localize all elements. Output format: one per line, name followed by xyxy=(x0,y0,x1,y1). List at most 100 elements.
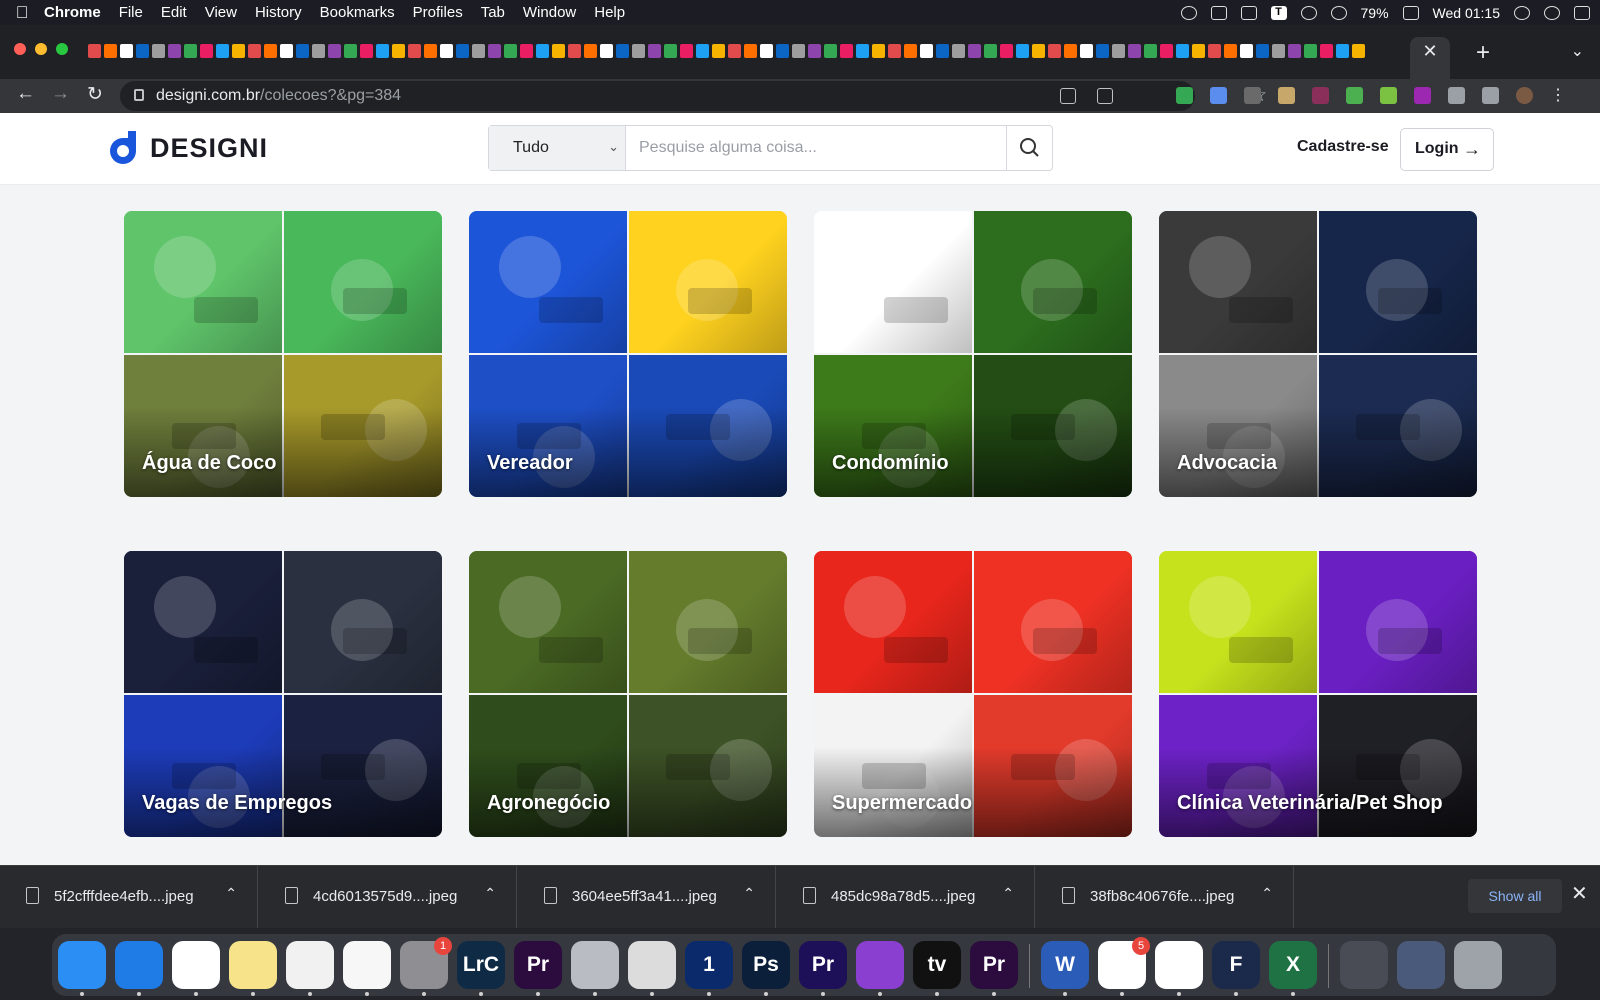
tab-favicon-icon[interactable] xyxy=(1112,43,1125,58)
tab-favicon-icon[interactable] xyxy=(856,43,869,58)
tab-favicon-icon[interactable] xyxy=(1080,43,1093,58)
trash-icon[interactable] xyxy=(1454,941,1502,989)
tab-favicon-icon[interactable] xyxy=(232,43,245,58)
extension-m-icon[interactable] xyxy=(1244,87,1261,104)
tab-favicon-icon[interactable] xyxy=(520,43,533,58)
tab-favicon-icon[interactable] xyxy=(1032,43,1045,58)
tab-favicon-icon[interactable] xyxy=(1352,43,1365,58)
tab-active[interactable]: ✕ xyxy=(1410,37,1450,79)
close-tab-icon[interactable]: ✕ xyxy=(1422,41,1437,61)
tab-favicon-icon[interactable] xyxy=(216,43,229,58)
tab-favicon-icon[interactable] xyxy=(1192,43,1205,58)
download-item[interactable]: 38fb8c40676fe....jpeg ⌃ xyxy=(1036,866,1294,929)
podcasts-icon[interactable] xyxy=(856,941,904,989)
menu-app-name[interactable]: Chrome xyxy=(44,4,101,21)
tab-favicon-icon[interactable] xyxy=(1176,43,1189,58)
tab-favicon-icon[interactable] xyxy=(120,43,133,58)
share-icon[interactable] xyxy=(1097,88,1113,104)
address-bar[interactable]: designi.com.br/colecoes?&pg=384 ☆ xyxy=(120,81,1267,111)
apple-tv-icon[interactable]: tv xyxy=(913,941,961,989)
extension-chart-icon[interactable] xyxy=(1210,87,1227,104)
photos-icon[interactable] xyxy=(343,941,391,989)
tab-favicon-icon[interactable] xyxy=(808,43,821,58)
tab-favicon-icon[interactable] xyxy=(360,43,373,58)
chevron-up-icon[interactable]: ⌃ xyxy=(225,885,237,902)
system-preferences-icon[interactable]: 1 xyxy=(400,937,452,989)
tab-favicon-icon[interactable] xyxy=(424,43,437,58)
tab-favicon-icon[interactable] xyxy=(968,43,981,58)
typora-icon[interactable]: T xyxy=(1270,5,1287,20)
tab-favicon-icon[interactable] xyxy=(696,43,709,58)
tab-favicon-icon[interactable] xyxy=(1224,43,1237,58)
tab-favicon-icon[interactable] xyxy=(1272,43,1285,58)
tab-favicon-icon[interactable] xyxy=(680,43,693,58)
extension-hand-icon[interactable] xyxy=(1278,87,1295,104)
tab-favicon-icon[interactable] xyxy=(584,43,597,58)
tab-favicon-icon[interactable] xyxy=(1304,43,1317,58)
download-item[interactable]: 3604ee5ff3a41....jpeg ⌃ xyxy=(518,866,776,929)
tab-favicon-icon[interactable] xyxy=(1256,43,1269,58)
wondershare-icon[interactable]: W xyxy=(1155,941,1203,989)
tab-favicon-icon[interactable] xyxy=(712,43,725,58)
collection-card[interactable]: Advocacia xyxy=(1159,211,1477,497)
chrome-icon[interactable] xyxy=(172,941,220,989)
tab-favicon-icon[interactable] xyxy=(872,43,885,58)
tab-favicon-icon[interactable] xyxy=(1048,43,1061,58)
tab-favicon-icon[interactable] xyxy=(840,43,853,58)
chevron-up-icon[interactable]: ⌃ xyxy=(1002,885,1014,902)
show-all-downloads-button[interactable]: Show all xyxy=(1468,879,1562,913)
finder-icon[interactable] xyxy=(58,941,106,989)
tab-favicon-icon[interactable] xyxy=(328,43,341,58)
site-logo-text[interactable]: DESIGNI xyxy=(150,133,268,164)
tab-favicon-icon[interactable] xyxy=(88,43,101,58)
collection-card[interactable]: Condomínio xyxy=(814,211,1132,497)
siri-icon[interactable] xyxy=(1544,5,1560,20)
zoom-window-button[interactable] xyxy=(56,43,68,55)
tab-favicon-icon[interactable] xyxy=(296,43,309,58)
side-panel-icon[interactable] xyxy=(1482,87,1499,104)
chevron-up-icon[interactable]: ⌃ xyxy=(484,885,496,902)
tab-favicon-icon[interactable] xyxy=(152,43,165,58)
chevron-up-icon[interactable]: ⌃ xyxy=(1261,885,1273,902)
control-center-icon[interactable] xyxy=(1574,5,1590,20)
tab-favicon-icon[interactable] xyxy=(168,43,181,58)
tab-favicon-icon[interactable] xyxy=(1160,43,1173,58)
tab-favicon-icon[interactable] xyxy=(312,43,325,58)
bluetooth-icon[interactable] xyxy=(1300,5,1317,20)
tab-favicon-icon[interactable] xyxy=(776,43,789,58)
lightroom-classic-icon[interactable]: LrC xyxy=(457,941,505,989)
tab-favicon-icon[interactable] xyxy=(1016,43,1029,58)
menu-file[interactable]: File xyxy=(119,4,143,21)
collection-card[interactable]: Supermercado xyxy=(814,551,1132,837)
designi-logo-icon[interactable] xyxy=(106,129,138,165)
tab-favicon-icon[interactable] xyxy=(264,43,277,58)
tab-favicon-icon[interactable] xyxy=(184,43,197,58)
search-icon[interactable] xyxy=(1514,5,1530,20)
minimize-window-button[interactable] xyxy=(35,43,47,55)
chrome-menu-icon[interactable]: ⋮ xyxy=(1550,87,1567,104)
close-window-button[interactable] xyxy=(14,43,26,55)
extension-note-icon[interactable] xyxy=(1346,87,1363,104)
tab-favicon-icon[interactable] xyxy=(824,43,837,58)
menu-profiles[interactable]: Profiles xyxy=(413,4,463,21)
reload-icon[interactable]: ↻ xyxy=(87,83,103,106)
signup-link[interactable]: Cadastre-se xyxy=(1297,138,1389,156)
tab-search-chevron-icon[interactable]: ⌄ xyxy=(1571,41,1584,61)
tab-favicon-icon[interactable] xyxy=(1128,43,1141,58)
pages-icon[interactable]: F xyxy=(1212,941,1260,989)
tab-favicon-icon[interactable] xyxy=(200,43,213,58)
login-button[interactable]: Login → xyxy=(1400,128,1494,171)
collection-card[interactable]: Água de Coco xyxy=(124,211,442,497)
lock-icon[interactable] xyxy=(134,89,144,101)
download-item[interactable]: 485dc98a78d5....jpeg ⌃ xyxy=(777,866,1035,929)
premiere-3-icon[interactable]: Pr xyxy=(970,941,1018,989)
url-text[interactable]: designi.com.br/colecoes?&pg=384 xyxy=(156,87,401,105)
onepassword-icon[interactable]: 1 xyxy=(685,941,733,989)
disabled-app-icon[interactable] xyxy=(571,941,619,989)
tab-favicon-icon[interactable] xyxy=(744,43,757,58)
tab-favicon-icon[interactable] xyxy=(600,43,613,58)
collection-card[interactable]: Clínica Veterinária/Pet Shop xyxy=(1159,551,1477,837)
extensions-puzzle-icon[interactable] xyxy=(1448,87,1465,104)
tab-favicon-icon[interactable] xyxy=(536,43,549,58)
battery-icon[interactable] xyxy=(1402,5,1419,20)
